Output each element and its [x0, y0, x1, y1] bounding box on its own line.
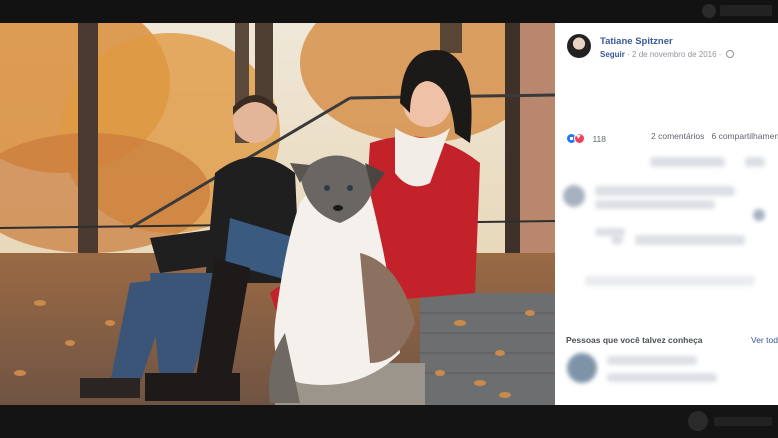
blurred-avatar — [688, 411, 708, 431]
reactions-summary[interactable]: 118 — [566, 130, 607, 145]
see-all-link[interactable]: Ver tod — [751, 335, 778, 345]
reaction-count: 118 — [592, 133, 607, 144]
follow-link[interactable]: Seguir — [600, 50, 625, 59]
blurred-comment-line — [635, 235, 745, 245]
author-avatar[interactable] — [567, 34, 591, 58]
blurred-icon — [753, 209, 765, 221]
blurred-action — [650, 157, 725, 167]
love-reaction-icon — [574, 132, 585, 145]
post-date[interactable]: 2 de novembro de 2016 — [632, 50, 717, 59]
blurred-action — [745, 157, 765, 167]
meta-separator: · — [627, 50, 630, 59]
post-details-panel: Tatiane Spitzner Seguir · 2 de novembro … — [555, 23, 778, 405]
top-bar — [0, 0, 778, 23]
blurred-comment-line — [595, 200, 715, 209]
blurred-commenter-avatar — [563, 185, 585, 207]
blurred-comment-line — [595, 186, 735, 196]
author-name[interactable]: Tatiane Spitzner — [600, 36, 673, 47]
blurred-text — [714, 417, 772, 426]
post-photo[interactable] — [0, 23, 555, 405]
blurred-text — [720, 5, 772, 16]
meta-separator-2: · — [718, 50, 722, 59]
people-you-may-know-title: Pessoas que você talvez conheça — [566, 335, 703, 345]
blurred-suggestion-name — [607, 356, 697, 365]
globe-icon — [725, 50, 734, 58]
blurred-icon — [611, 233, 623, 245]
comments-count[interactable]: 2 comentários — [651, 131, 704, 141]
blurred-suggestion-avatar — [567, 353, 597, 383]
bottom-bar — [0, 405, 778, 438]
shares-count[interactable]: 6 compartilhamen — [711, 131, 778, 141]
post-meta: Seguir · 2 de novembro de 2016 · — [600, 50, 734, 59]
engagement-counts: 2 comentários 6 compartilhamen — [651, 131, 778, 141]
blurred-avatar — [702, 4, 716, 18]
photo-illustration — [0, 23, 555, 405]
blurred-comment-line — [585, 276, 755, 286]
blurred-suggestion-info — [607, 373, 717, 382]
